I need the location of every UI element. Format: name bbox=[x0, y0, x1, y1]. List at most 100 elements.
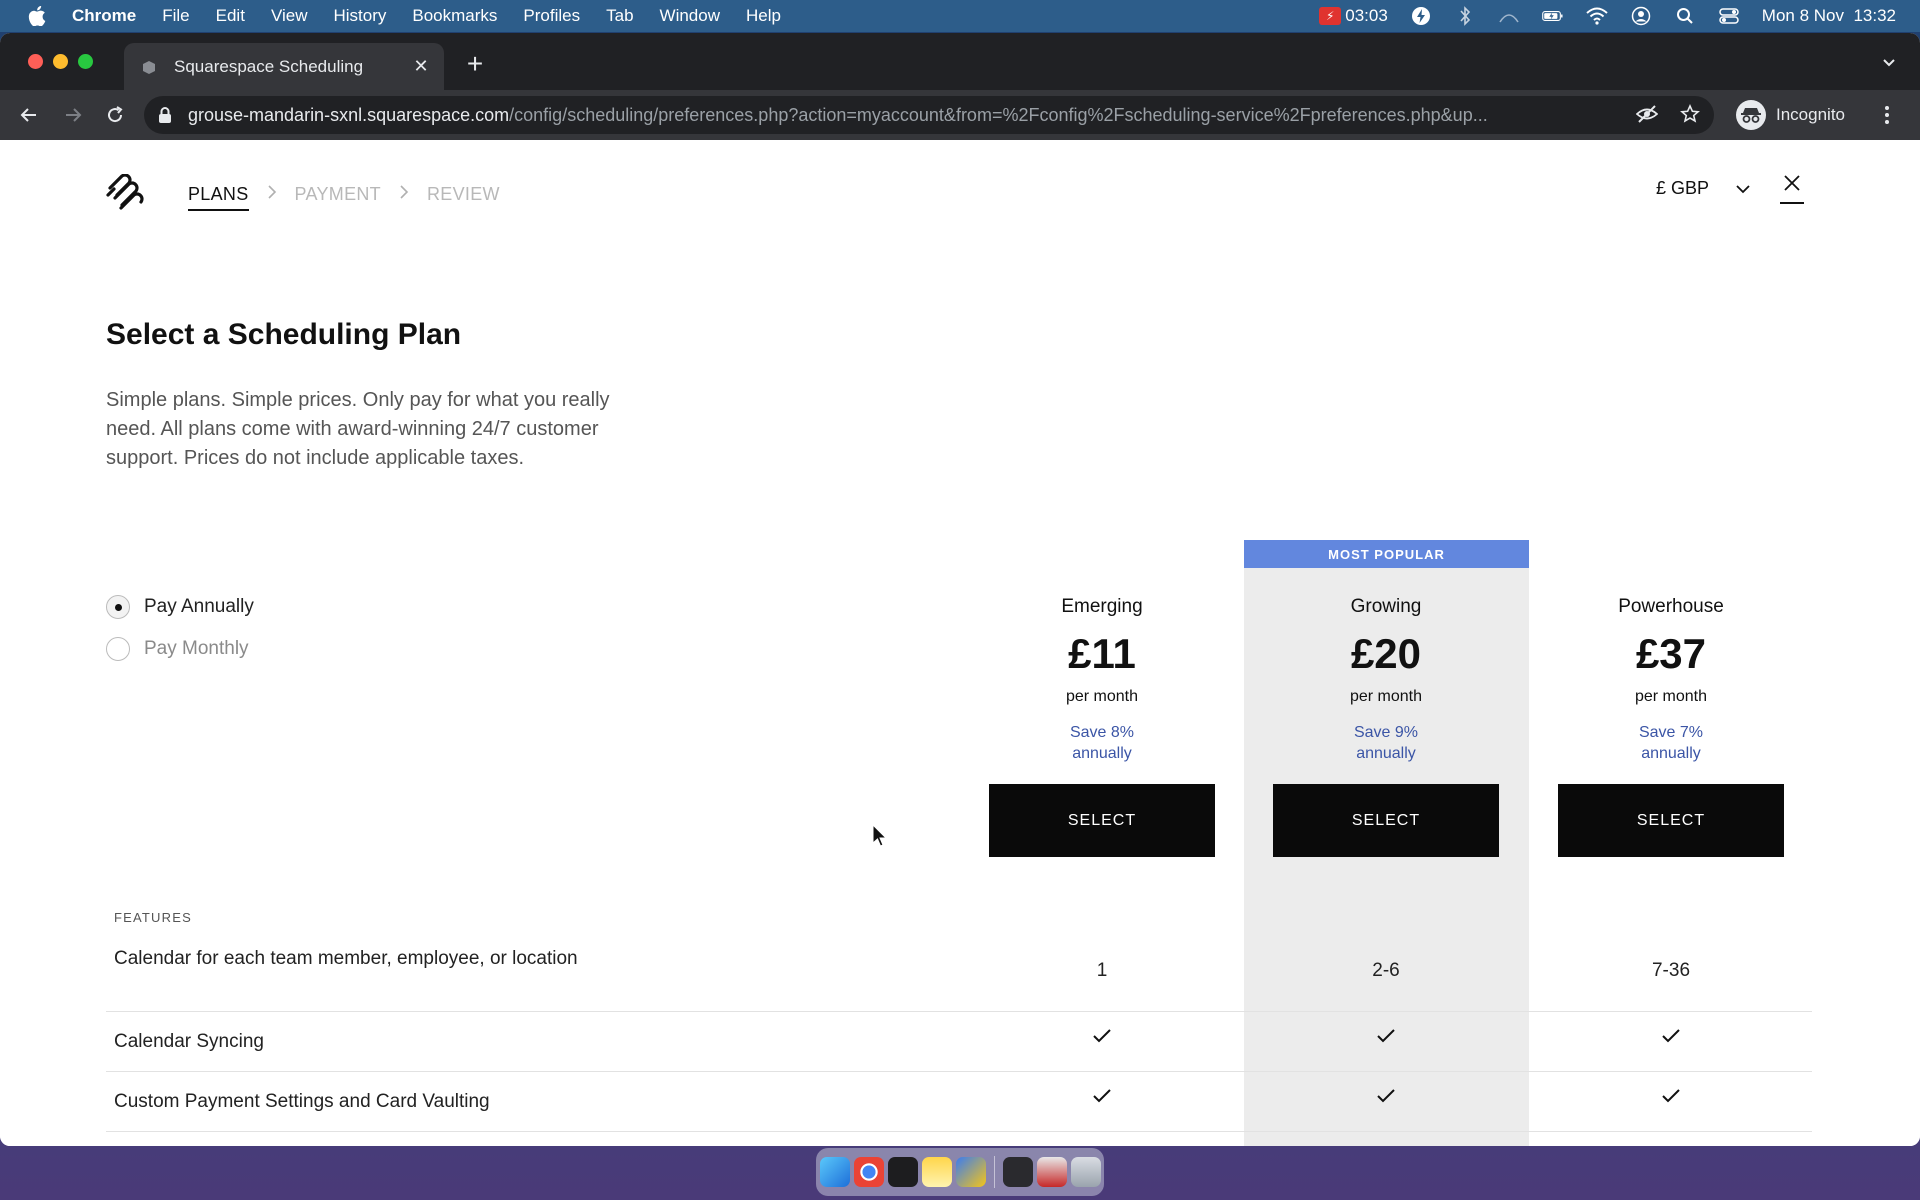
spotlight-search-icon[interactable] bbox=[1674, 5, 1696, 27]
incognito-icon bbox=[1736, 100, 1766, 130]
finder-icon[interactable] bbox=[819, 1157, 850, 1187]
url-path: /config/scheduling/preferences.php?actio… bbox=[509, 104, 1488, 125]
chevron-right-icon bbox=[267, 184, 277, 205]
menu-tab[interactable]: Tab bbox=[606, 6, 633, 26]
plan-name: Growing bbox=[1350, 596, 1422, 617]
close-window-button[interactable] bbox=[28, 54, 43, 69]
feature-name: Calendar Syncing bbox=[114, 1031, 264, 1052]
new-tab-button[interactable]: + bbox=[460, 48, 490, 79]
bolt-icon[interactable] bbox=[1410, 5, 1432, 27]
incognito-profile-button[interactable]: Incognito bbox=[1736, 98, 1845, 132]
bluetooth-off-icon[interactable] bbox=[1454, 5, 1476, 27]
menubar-clock[interactable]: Mon 8 Nov 13:32 bbox=[1762, 6, 1896, 26]
feature-name: Calendar for each team member, employee,… bbox=[114, 948, 578, 969]
bookmark-star-icon[interactable] bbox=[1680, 104, 1700, 129]
window-controls bbox=[28, 54, 93, 69]
billing-period-options: Pay Annually Pay Monthly bbox=[106, 595, 254, 679]
chevron-down-icon bbox=[1735, 178, 1751, 199]
browser-tab-active[interactable]: Squarespace Scheduling ✕ bbox=[124, 43, 444, 90]
chevron-right-icon bbox=[399, 184, 409, 205]
pay-monthly-label: Pay Monthly bbox=[144, 638, 249, 659]
step-payment[interactable]: PAYMENT bbox=[295, 184, 381, 205]
notes-icon[interactable] bbox=[921, 1157, 952, 1187]
close-icon[interactable] bbox=[1780, 174, 1804, 204]
squarespace-logo-icon[interactable] bbox=[106, 173, 144, 210]
chrome-icon[interactable] bbox=[853, 1157, 884, 1187]
user-account-icon[interactable] bbox=[1630, 5, 1652, 27]
close-tab-icon[interactable]: ✕ bbox=[412, 56, 430, 76]
check-icon bbox=[1558, 1088, 1784, 1110]
trash-icon[interactable] bbox=[1070, 1157, 1101, 1187]
pay-annually-radio[interactable] bbox=[106, 595, 130, 619]
apple-icon[interactable] bbox=[28, 6, 50, 26]
plans-page: PLANS PAYMENT REVIEW £ GBP Select a Sche… bbox=[0, 140, 1920, 1146]
menu-history[interactable]: History bbox=[333, 6, 386, 26]
plan-savings-line1: Save 8% bbox=[1069, 724, 1135, 741]
select-growing-button[interactable]: SELECT bbox=[1273, 784, 1499, 857]
currency-selector[interactable]: £ GBP bbox=[1656, 178, 1751, 199]
plan-price: £11 bbox=[1068, 630, 1136, 677]
page-title: Select a Scheduling Plan bbox=[106, 318, 462, 351]
menu-help[interactable]: Help bbox=[746, 6, 781, 26]
plan-price: £20 bbox=[1350, 630, 1422, 677]
currency-value: £ GBP bbox=[1656, 178, 1710, 198]
plan-savings-line2: annually bbox=[1641, 745, 1701, 762]
pay-annually-option[interactable]: Pay Annually bbox=[106, 595, 254, 619]
feature-name: Custom Payment Settings and Card Vaultin… bbox=[114, 1091, 490, 1112]
address-bar-actions bbox=[1635, 104, 1700, 129]
plans-intro-text: Simple plans. Simple prices. Only pay fo… bbox=[106, 389, 610, 469]
plan-savings-line2: annually bbox=[1072, 745, 1132, 762]
recording-timer[interactable]: ⚡ 03:03 bbox=[1319, 6, 1388, 26]
menu-view[interactable]: View bbox=[271, 6, 308, 26]
back-arrow-icon[interactable] bbox=[18, 104, 40, 126]
menu-profiles[interactable]: Profiles bbox=[523, 6, 580, 26]
plan-price: £37 bbox=[1635, 630, 1707, 677]
reload-icon[interactable] bbox=[104, 104, 126, 126]
address-bar[interactable]: grouse-mandarin-sxnl.squarespace.com/con… bbox=[144, 96, 1714, 134]
plan-savings-line2: annually bbox=[1356, 745, 1416, 762]
tab-search-chevron-icon[interactable] bbox=[1880, 53, 1898, 71]
menu-app-name[interactable]: Chrome bbox=[72, 6, 136, 26]
record-icon: ⚡ bbox=[1319, 7, 1342, 25]
menu-window[interactable]: Window bbox=[660, 6, 720, 26]
preview-icon[interactable] bbox=[1036, 1157, 1067, 1187]
select-emerging-button[interactable]: SELECT bbox=[989, 784, 1215, 857]
terminal-icon[interactable] bbox=[887, 1157, 918, 1187]
step-plans[interactable]: PLANS bbox=[188, 184, 249, 211]
check-icon bbox=[989, 1088, 1215, 1110]
most-popular-badge: MOST POPULAR bbox=[1244, 540, 1529, 568]
eye-slash-icon[interactable] bbox=[1635, 104, 1659, 129]
url-host: grouse-mandarin-sxnl.squarespace.com bbox=[188, 104, 510, 125]
battery-icon[interactable] bbox=[1541, 5, 1564, 27]
lock-icon[interactable] bbox=[158, 106, 174, 124]
plan-savings: Save 9% annually bbox=[1273, 722, 1499, 764]
select-powerhouse-button[interactable]: SELECT bbox=[1558, 784, 1784, 857]
pay-monthly-radio[interactable] bbox=[106, 637, 130, 661]
more-menu-icon[interactable] bbox=[1876, 104, 1898, 126]
pay-monthly-option[interactable]: Pay Monthly bbox=[106, 637, 254, 661]
control-center-icon[interactable] bbox=[1718, 5, 1740, 27]
check-icon bbox=[1273, 1088, 1499, 1110]
feature-row: Calendar for each team member, employee,… bbox=[106, 936, 1812, 1012]
minimize-window-button[interactable] bbox=[53, 54, 68, 69]
screen-capture-icon[interactable] bbox=[1002, 1157, 1033, 1187]
menubar-status-area: ⚡ 03:03 Mon 8 Nov 13:32 bbox=[1319, 0, 1896, 32]
menu-bookmarks[interactable]: Bookmarks bbox=[412, 6, 497, 26]
forward-arrow-icon[interactable] bbox=[62, 104, 84, 126]
menu-edit[interactable]: Edit bbox=[216, 6, 245, 26]
plan-period: per month bbox=[1634, 688, 1708, 705]
tab-strip: Squarespace Scheduling ✕ + bbox=[0, 33, 1920, 90]
check-icon bbox=[1558, 1028, 1784, 1050]
plan-savings: Save 7% annually bbox=[1558, 722, 1784, 764]
step-review[interactable]: REVIEW bbox=[427, 184, 500, 205]
zoom-window-button[interactable] bbox=[78, 54, 93, 69]
plan-period: per month bbox=[1349, 688, 1423, 705]
bolt-app-icon[interactable] bbox=[955, 1157, 986, 1187]
plan-savings-line1: Save 7% bbox=[1638, 724, 1704, 741]
menu-file[interactable]: File bbox=[162, 6, 189, 26]
dock-divider bbox=[993, 1156, 995, 1188]
checkout-steps: PLANS PAYMENT REVIEW bbox=[188, 178, 500, 211]
browser-toolbar: grouse-mandarin-sxnl.squarespace.com/con… bbox=[0, 90, 1920, 140]
control-icon[interactable] bbox=[1498, 5, 1520, 27]
wifi-icon[interactable] bbox=[1586, 5, 1608, 27]
